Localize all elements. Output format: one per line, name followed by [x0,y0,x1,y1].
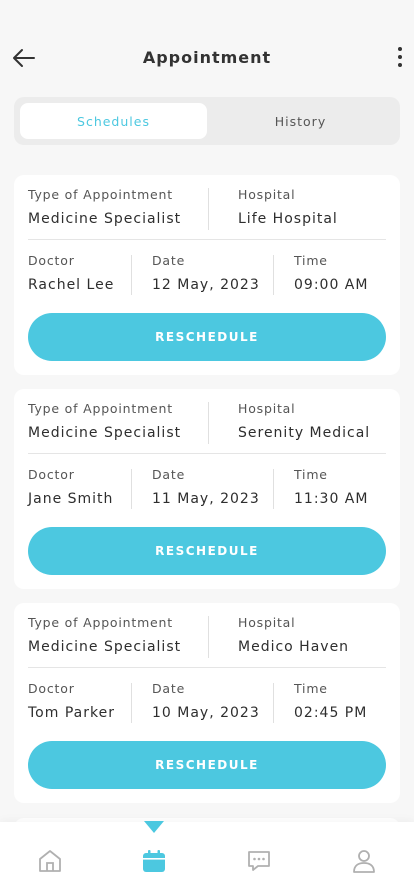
home-icon [39,850,61,872]
time-value: 09:00 AM [294,277,369,293]
time-label: Time [294,253,328,268]
appointment-screen: Appointment Schedules History Type of Ap… [0,0,414,896]
time-label: Time [294,467,328,482]
time-value: 02:45 PM [294,705,368,721]
type-label: Type of Appointment [28,187,173,202]
appointment-card: Type of Appointment Medicine Specialist … [14,175,400,375]
tab-schedules[interactable]: Schedules [20,103,207,139]
type-value: Medicine Specialist [28,639,182,655]
doctor-label: Doctor [28,253,75,268]
doctor-value: Tom Parker [28,705,115,721]
type-label: Type of Appointment [28,615,173,630]
time-label: Time [294,681,328,696]
doctor-value: Rachel Lee [28,277,115,293]
type-label: Type of Appointment [28,401,173,416]
time-value: 11:30 AM [294,491,369,507]
date-label: Date [152,467,186,482]
hospital-value: Life Hospital [238,211,338,227]
more-options-button[interactable] [396,47,404,71]
hospital-label: Hospital [238,187,296,202]
nav-profile[interactable] [344,844,384,878]
nav-calendar[interactable] [134,844,174,878]
nav-messages[interactable] [239,844,279,878]
type-value: Medicine Specialist [28,211,182,227]
page-title: Appointment [142,48,272,67]
nav-home[interactable] [30,844,70,878]
appointment-list: Type of Appointment Medicine Specialist … [14,175,400,817]
calendar-icon [143,850,165,872]
bottom-nav [0,821,414,896]
date-label: Date [152,681,186,696]
profile-icon [353,850,375,873]
doctor-label: Doctor [28,681,75,696]
hospital-label: Hospital [238,615,296,630]
header: Appointment [0,38,414,78]
reschedule-button[interactable]: RESCHEDULE [28,527,386,575]
date-label: Date [152,253,186,268]
type-value: Medicine Specialist [28,425,182,441]
hospital-value: Medico Haven [238,639,350,655]
doctor-value: Jane Smith [28,491,114,507]
more-vertical-icon [396,47,404,67]
date-value: 10 May, 2023 [152,705,260,721]
chat-icon [248,851,270,871]
appointment-card: Type of Appointment Medicine Specialist … [14,389,400,589]
appointment-card: Type of Appointment Medicine Specialist … [14,603,400,803]
active-nav-indicator [144,821,164,833]
reschedule-button[interactable]: RESCHEDULE [28,741,386,789]
tab-bar: Schedules History [14,97,400,145]
doctor-label: Doctor [28,467,75,482]
date-value: 11 May, 2023 [152,491,260,507]
hospital-value: Serenity Medical [238,425,371,441]
reschedule-button[interactable]: RESCHEDULE [28,313,386,361]
date-value: 12 May, 2023 [152,277,260,293]
hospital-label: Hospital [238,401,296,416]
tab-history[interactable]: History [207,103,394,139]
